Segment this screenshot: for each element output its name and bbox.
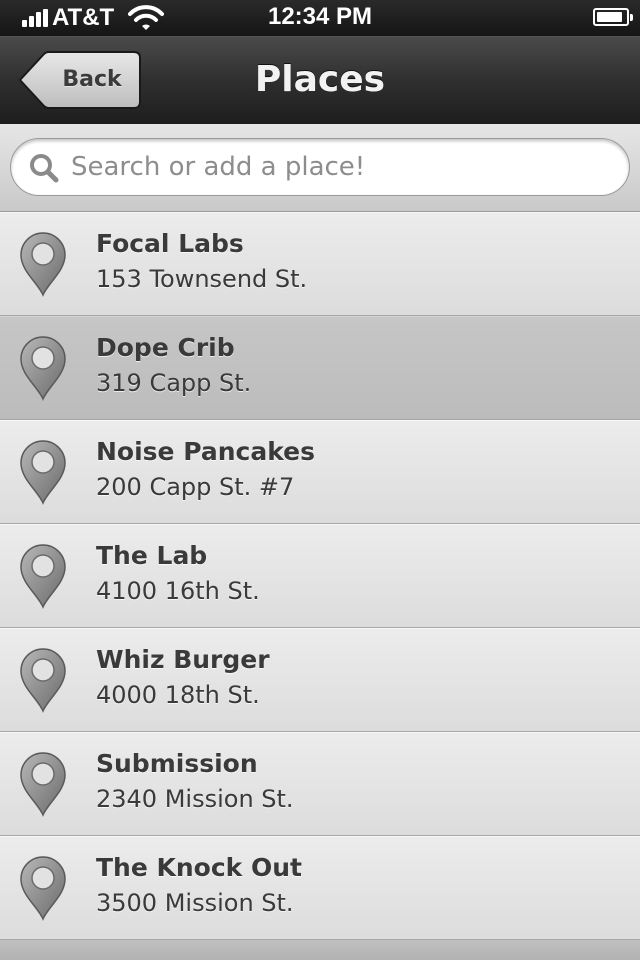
map-pin-icon: [20, 544, 66, 609]
map-pin-icon: [20, 440, 66, 505]
place-address: 200 Capp St. #7: [96, 473, 295, 501]
place-address: 4000 18th St.: [96, 681, 260, 709]
search-field[interactable]: [10, 138, 630, 196]
map-pin-icon: [20, 232, 66, 297]
place-name: Noise Pancakes: [96, 437, 316, 466]
places-list: Focal Labs 153 Townsend St. Dope Crib 319 …: [0, 212, 640, 940]
map-pin-icon: [20, 648, 66, 713]
place-address: 153 Townsend St.: [96, 265, 308, 293]
navigation-bar: Back Places: [0, 36, 640, 124]
battery-icon: [593, 8, 633, 26]
map-pin-icon: [20, 336, 66, 401]
back-button-label: Back: [62, 67, 122, 92]
back-button[interactable]: Back: [18, 51, 141, 109]
place-name: Whiz Burger: [96, 645, 270, 674]
search-input[interactable]: [71, 139, 611, 195]
place-name: The Knock Out: [96, 853, 303, 882]
search-bar: [0, 124, 640, 212]
page-title: Places: [254, 59, 386, 100]
list-item[interactable]: Noise Pancakes 200 Capp St. #7: [0, 420, 640, 524]
list-item[interactable]: Submission 2340 Mission St.: [0, 732, 640, 836]
list-item[interactable]: Whiz Burger 4000 18th St.: [0, 628, 640, 732]
list-item[interactable]: Focal Labs 153 Townsend St.: [0, 212, 640, 316]
place-name: Submission: [96, 749, 258, 778]
status-clock: 12:34 PM: [267, 3, 373, 30]
map-pin-icon: [20, 856, 66, 921]
list-bottom-edge: [0, 940, 640, 960]
battery-level: [597, 12, 622, 22]
list-item[interactable]: Dope Crib 319 Capp St.: [0, 316, 640, 420]
place-address: 319 Capp St.: [96, 369, 252, 397]
place-name: The Lab: [96, 541, 208, 570]
search-icon: [30, 154, 59, 183]
place-name: Dope Crib: [96, 333, 235, 362]
status-bar: AT&T 12:34 PM: [0, 0, 640, 36]
list-item[interactable]: The Lab 4100 16th St.: [0, 524, 640, 628]
place-address: 2340 Mission St.: [96, 785, 294, 813]
map-pin-icon: [20, 752, 66, 817]
place-address: 4100 16th St.: [96, 577, 260, 605]
list-item[interactable]: The Knock Out 3500 Mission St.: [0, 836, 640, 940]
place-address: 3500 Mission St.: [96, 889, 294, 917]
place-name: Focal Labs: [96, 229, 244, 258]
